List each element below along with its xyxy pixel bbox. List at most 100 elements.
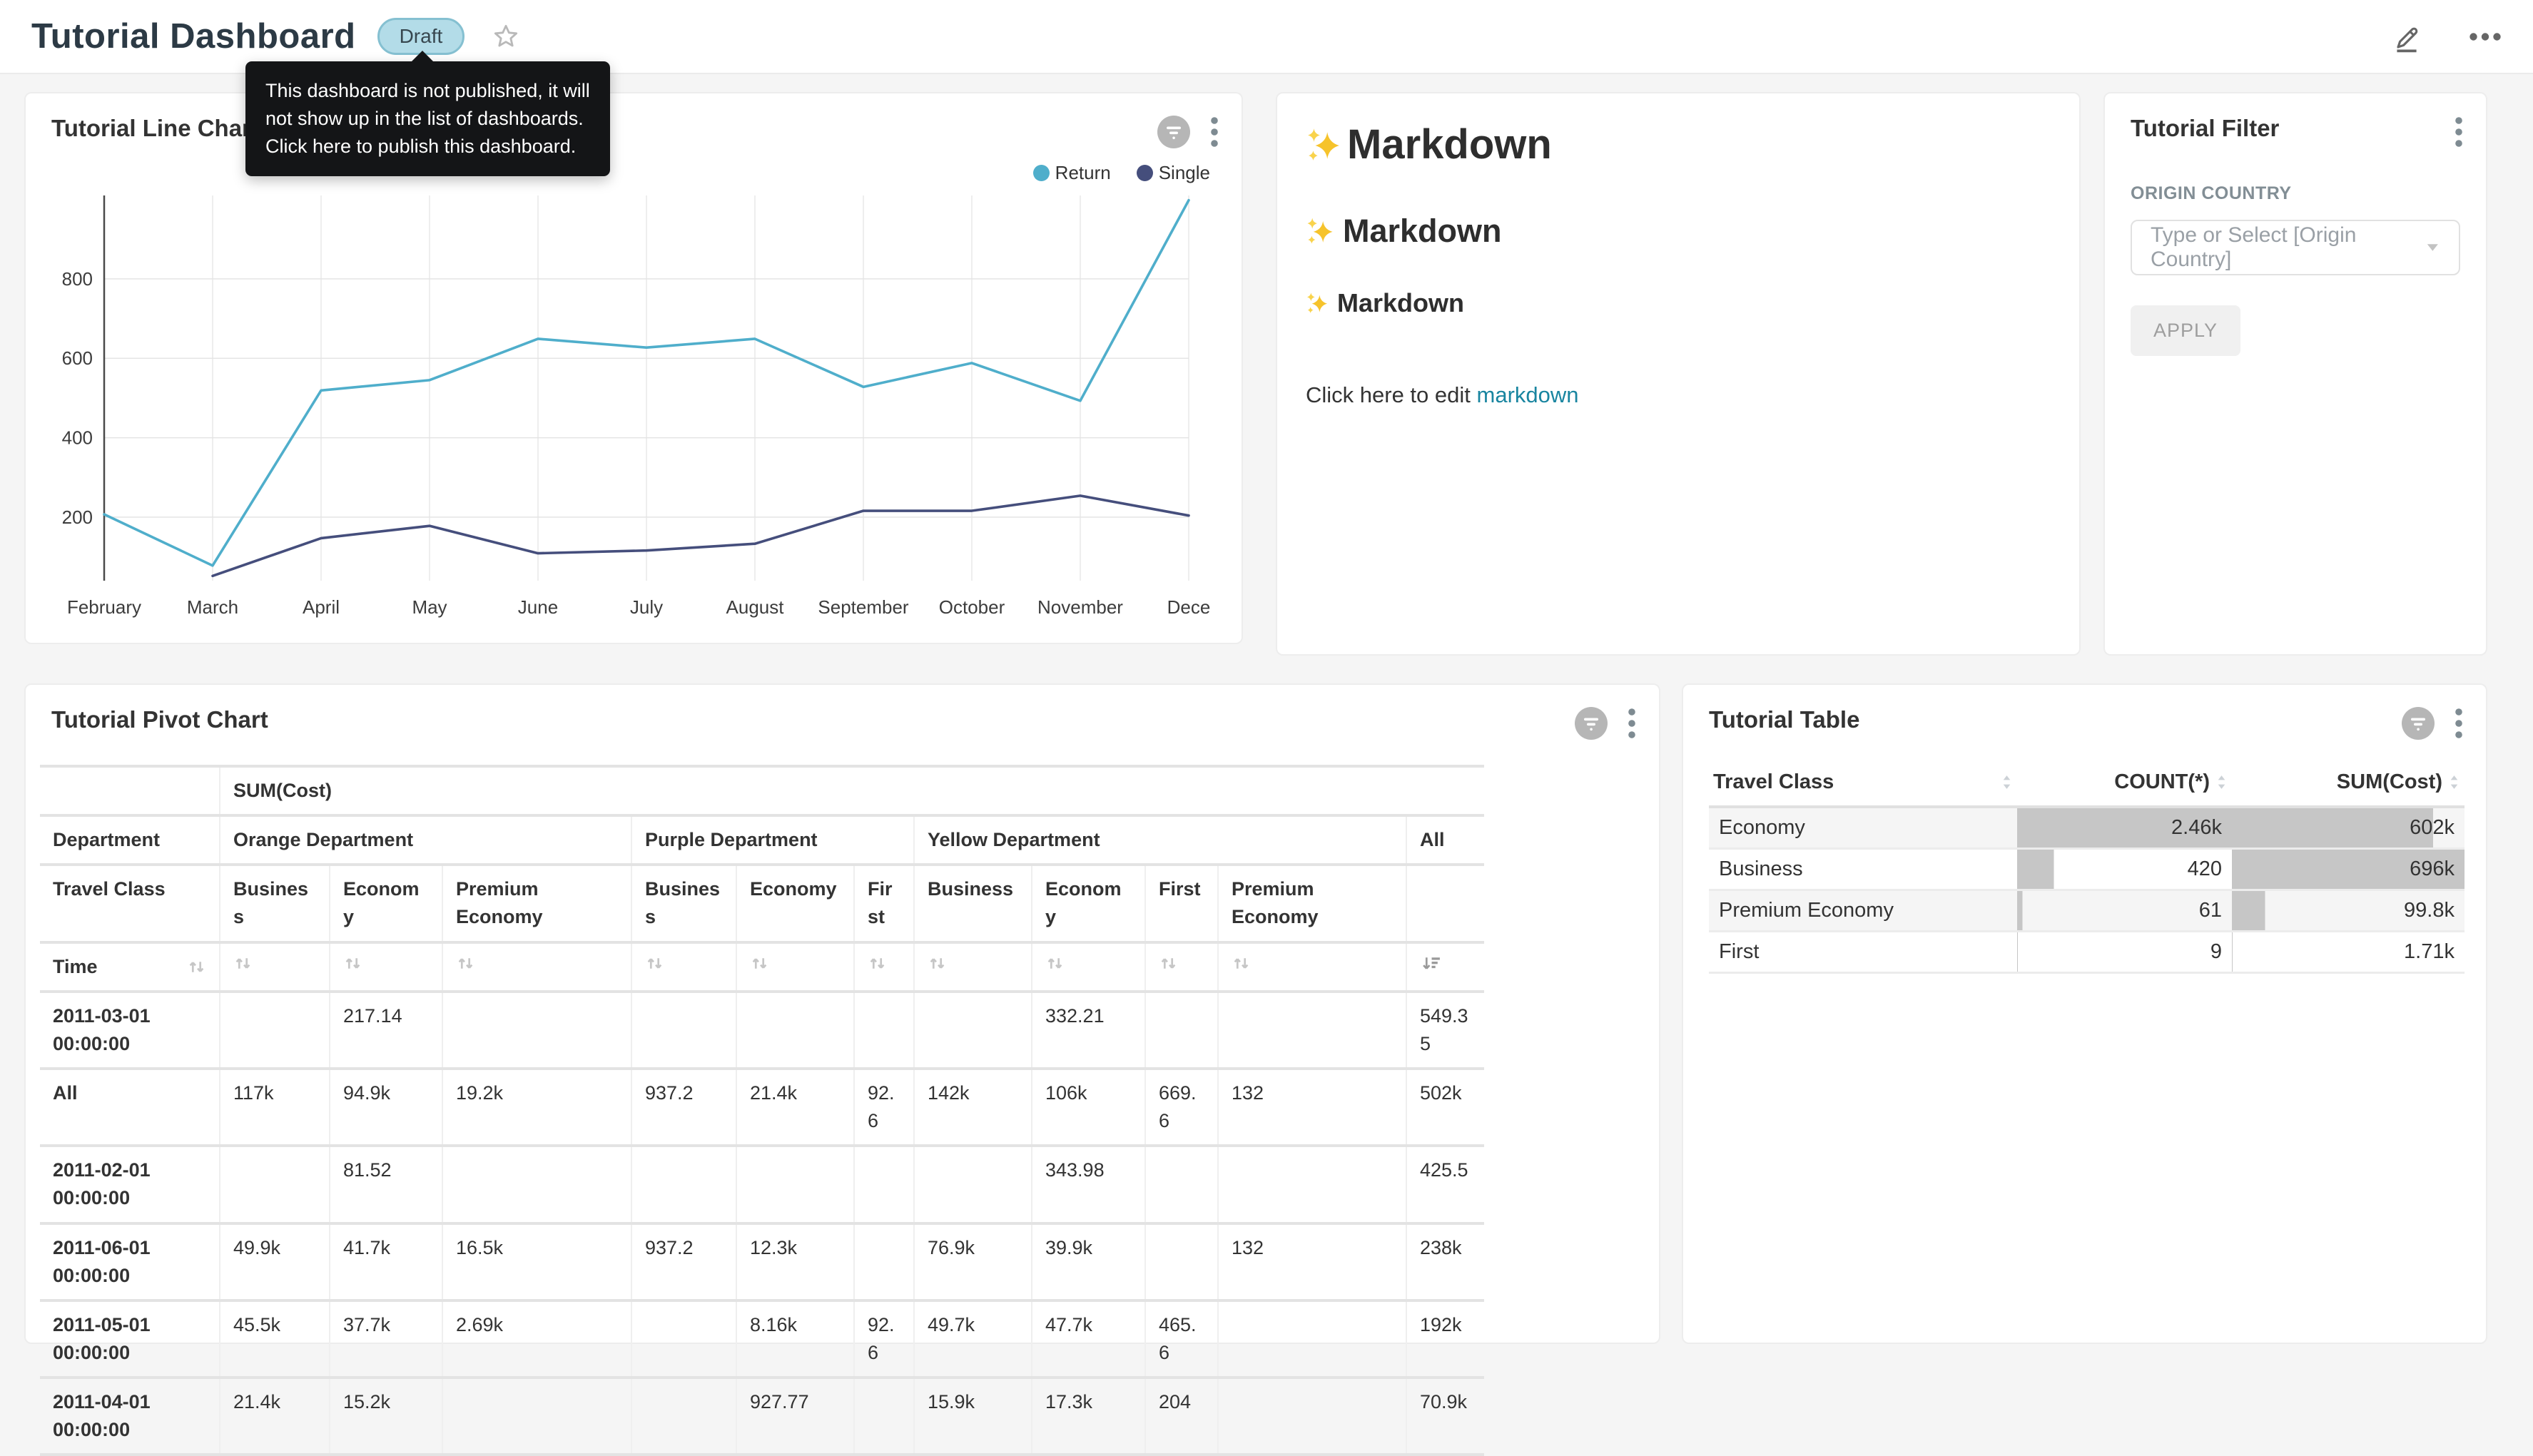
pivot-row-header: 2011-02-01 00:00:00 (40, 1146, 220, 1223)
pivot-cell (854, 1223, 914, 1300)
pivot-group-header: Orange Department (220, 815, 631, 865)
pivot-cell: 8.16k (736, 1300, 854, 1378)
pivot-cell: 343.98 (1032, 1146, 1145, 1223)
status-badge[interactable]: Draft (377, 18, 465, 55)
sort-icon[interactable] (343, 954, 362, 973)
table-cell-count: 61 (2017, 890, 2232, 932)
sort-icon[interactable] (1159, 954, 1178, 973)
pivot-cell (854, 1378, 914, 1455)
pivot-table: SUM(Cost)DepartmentOrange DepartmentPurp… (40, 765, 1484, 1456)
pivot-sort-cell[interactable] (442, 942, 631, 992)
pivot-dimension-header: Department (40, 815, 220, 865)
pivot-metric-header: SUM(Cost) (220, 766, 1484, 815)
table-cell-travel-class: Premium Economy (1709, 890, 2017, 932)
pivot-sort-cell[interactable] (1032, 942, 1145, 992)
legend-item-single[interactable]: Single (1137, 162, 1210, 184)
x-axis-tick: August (726, 596, 785, 618)
edit-dashboard-icon[interactable] (2390, 20, 2423, 53)
kebab-menu-icon[interactable] (2455, 115, 2463, 149)
legend-label: Single (1159, 162, 1210, 184)
pivot-cell: 21.4k (220, 1378, 330, 1455)
favorite-star-icon[interactable] (492, 22, 520, 51)
pivot-group-header: All (1406, 815, 1484, 865)
header-actions (2390, 20, 2502, 53)
pivot-cell: 12.3k (736, 1223, 854, 1300)
pivot-sort-cell[interactable] (631, 942, 736, 992)
pivot-cell: 81.52 (330, 1146, 442, 1223)
pivot-cell (631, 1300, 736, 1378)
more-actions-icon[interactable] (2469, 32, 2502, 41)
legend-dot-icon (1137, 165, 1153, 181)
table-cell-travel-class: Economy (1709, 807, 2017, 849)
apply-button[interactable]: APPLY (2131, 305, 2240, 356)
pivot-row: 2011-04-01 00:00:0021.4k15.2k927.7715.9k… (40, 1378, 1484, 1455)
pivot-cell: 204 (1145, 1378, 1218, 1455)
pivot-cell (854, 992, 914, 1069)
markdown-edit-link[interactable]: markdown (1477, 382, 1579, 407)
column-sort-icon[interactable] (2215, 773, 2228, 791)
markdown-paragraph: Click here to edit markdown (1306, 382, 2051, 408)
filter-badge-icon[interactable] (2402, 707, 2435, 740)
tooltip-line: not show up in the list of dashboards. (265, 105, 590, 133)
pivot-cell: 16.5k (442, 1223, 631, 1300)
sort-icon[interactable] (750, 954, 769, 973)
column-sort-icon[interactable] (2448, 773, 2460, 791)
kebab-menu-icon[interactable] (1210, 115, 1219, 149)
sort-icon[interactable] (1045, 954, 1065, 973)
pivot-sort-cell[interactable] (1406, 942, 1484, 992)
kebab-menu-icon[interactable] (2455, 706, 2463, 740)
pivot-sort-cell[interactable] (854, 942, 914, 992)
sort-icon[interactable] (1232, 954, 1251, 973)
table-cell-travel-class: Business (1709, 849, 2017, 890)
sort-icon[interactable] (456, 954, 475, 973)
pivot-cell: 217.14 (330, 992, 442, 1069)
pivot-cell: 142k (914, 1069, 1032, 1146)
x-axis-tick: June (518, 596, 558, 618)
table-cell-sum: 99.8k (2232, 890, 2465, 932)
pivot-sort-cell[interactable] (1145, 942, 1218, 992)
pivot-row: All117k94.9k19.2k937.221.4k92.6142k106k6… (40, 1069, 1484, 1146)
filter-badge-icon[interactable] (1575, 707, 1608, 740)
pivot-cell: 927.77 (736, 1378, 854, 1455)
pivot-sort-cell[interactable] (736, 942, 854, 992)
filter-badge-icon[interactable] (1157, 116, 1190, 148)
origin-country-select[interactable]: Type or Select [Origin Country] (2131, 220, 2460, 275)
column-sort-icon[interactable] (2001, 773, 2013, 791)
pivot-time-header: Time (40, 942, 220, 992)
table-cell-sum: 696k (2232, 849, 2465, 890)
pivot-cell: 502k (1406, 1069, 1484, 1146)
pivot-cell: 332.21 (1032, 992, 1145, 1069)
pivot-col-header (1406, 865, 1484, 942)
pivot-sort-cell[interactable] (220, 942, 330, 992)
table-col-header[interactable]: COUNT(*) (2017, 759, 2232, 807)
pivot-sort-cell[interactable] (914, 942, 1032, 992)
legend-dot-icon (1033, 165, 1050, 181)
sort-icon[interactable] (928, 954, 947, 973)
pivot-cell: 41.7k (330, 1223, 442, 1300)
sparkles-icon (1306, 217, 1334, 245)
pivot-cell (442, 1378, 631, 1455)
table-panel-title: Tutorial Table (1709, 706, 1859, 733)
pivot-row-header: 2011-06-01 00:00:00 (40, 1223, 220, 1300)
pivot-cell: 132 (1218, 1069, 1406, 1146)
pivot-sort-cell[interactable] (330, 942, 442, 992)
pivot-chart-panel: Tutorial Pivot Chart SUM(Cost)Department… (24, 683, 1660, 1344)
sort-icon[interactable] (187, 957, 206, 977)
pivot-sort-cell[interactable] (1218, 942, 1406, 992)
sort-icon[interactable] (868, 954, 887, 973)
legend-item-return[interactable]: Return (1033, 162, 1111, 184)
table-col-header[interactable]: SUM(Cost) (2232, 759, 2465, 807)
pivot-cell (220, 992, 330, 1069)
line-chart-title: Tutorial Line Chart (51, 115, 259, 142)
pivot-cell: 425.5 (1406, 1146, 1484, 1223)
pivot-col-header: Premium Economy (442, 865, 631, 942)
sort-icon[interactable] (233, 954, 253, 973)
table-col-header[interactable]: Travel Class (1709, 759, 2017, 807)
pivot-cell: 465.6 (1145, 1300, 1218, 1378)
sort-descending-icon[interactable] (1420, 954, 1442, 973)
table-row: Economy2.46k602k (1709, 807, 2465, 849)
kebab-menu-icon[interactable] (1628, 706, 1636, 740)
markdown-panel[interactable]: Markdown Markdown Markdown Click here to… (1276, 92, 2081, 656)
table-cell-count: 9 (2017, 932, 2232, 973)
sort-icon[interactable] (645, 954, 664, 973)
